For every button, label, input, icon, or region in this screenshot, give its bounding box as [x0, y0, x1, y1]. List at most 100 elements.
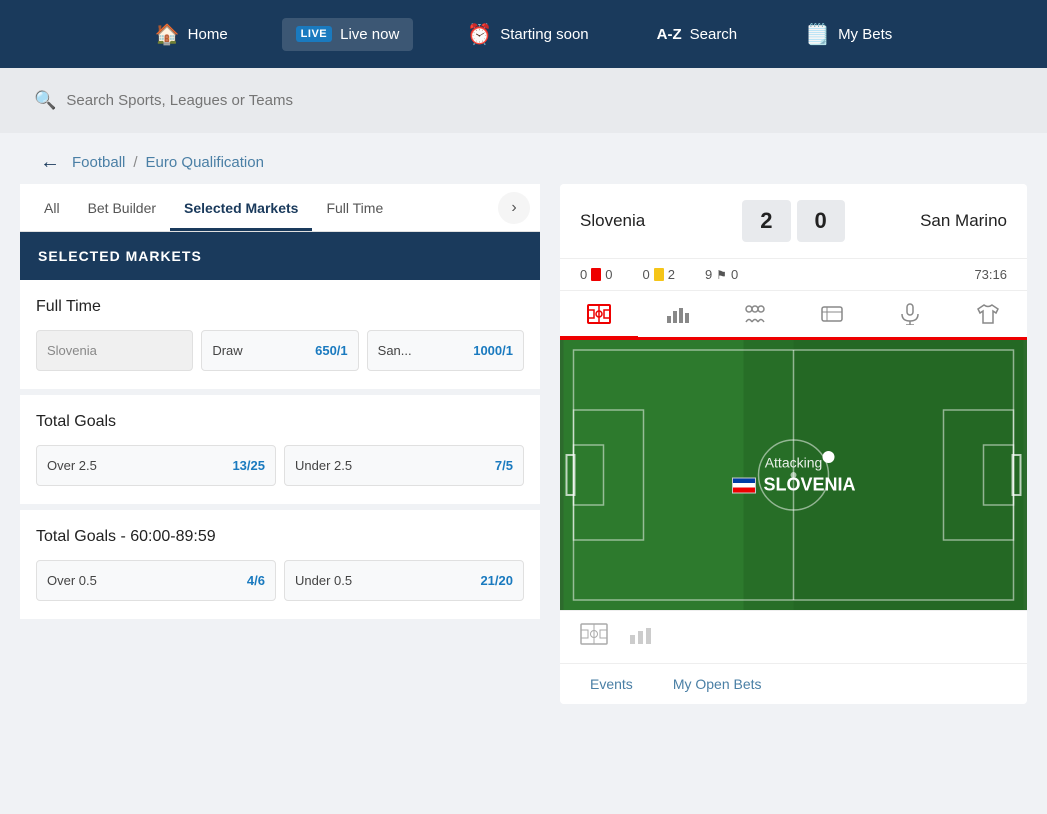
stats-bars-icon: [665, 304, 689, 324]
nav-starting-soon-label: Starting soon: [500, 26, 588, 43]
odds-value-san-marino: 1000/1: [473, 343, 513, 358]
odds-label-over-2-5: Over 2.5: [47, 458, 97, 473]
home-icon: 🏠: [155, 22, 180, 47]
odds-btn-over-0-5[interactable]: Over 0.5 4/6: [36, 560, 276, 601]
bottom-bar: Events My Open Bets: [560, 663, 1027, 704]
odds-btn-over-2-5[interactable]: Over 2.5 13/25: [36, 445, 276, 486]
red-card-icon: [591, 268, 601, 281]
breadcrumb-separator: /: [133, 154, 137, 171]
market-total-goals-60-89-title: Total Goals - 60:00-89:59: [36, 528, 524, 546]
odds-label-under-2-5: Under 2.5: [295, 458, 352, 473]
jersey-icon: [976, 303, 1000, 325]
home-corners: 9 ⚑ 0: [705, 267, 738, 282]
market-full-time: Full Time Slovenia Draw 650/1 San... 100…: [20, 280, 540, 389]
field-visualization: Attacking SLOVENIA: [560, 340, 1027, 610]
away-team-name: San Marino: [845, 211, 1007, 231]
odds-label-under-0-5: Under 0.5: [295, 573, 352, 588]
tab-selected-markets[interactable]: Selected Markets: [170, 184, 312, 231]
corner-flag-icon: ⚑: [716, 268, 727, 282]
field-icon: [587, 304, 611, 324]
breadcrumb: ← Football / Euro Qualification: [0, 133, 1047, 184]
away-score: 0: [797, 200, 845, 242]
odds-label-slovenia: Slovenia: [47, 343, 97, 358]
match-time: 73:16: [974, 267, 1007, 282]
match-tab-field[interactable]: [560, 292, 638, 339]
slovenia-flag-icon: [731, 477, 755, 493]
odds-value-draw: 650/1: [315, 343, 348, 358]
field-mini-icon: [580, 623, 608, 645]
microphone-icon: [898, 303, 922, 325]
odds-value-over-2-5: 13/25: [232, 458, 265, 473]
odds-btn-draw[interactable]: Draw 650/1: [201, 330, 358, 371]
tab-all[interactable]: All: [30, 184, 74, 231]
nav-my-bets-label: My Bets: [838, 26, 892, 43]
search-input-wrapper[interactable]: 🔍: [20, 82, 1027, 119]
search-input[interactable]: [66, 92, 1013, 109]
nav-search-label: Search: [690, 26, 738, 43]
home-score: 2: [742, 200, 790, 242]
nav-my-bets[interactable]: 🗒️ My Bets: [791, 14, 906, 55]
stats-mini-icon: [628, 623, 656, 645]
home-red-cards: 0 0: [580, 267, 612, 282]
match-tab-lineups[interactable]: [716, 292, 794, 339]
total-goals-60-89-odds-row: Over 0.5 4/6 Under 0.5 21/20: [36, 560, 524, 601]
search-icon: 🔍: [34, 90, 56, 111]
bottom-stats-icon[interactable]: [628, 623, 656, 651]
odds-btn-san-marino[interactable]: San... 1000/1: [367, 330, 524, 371]
left-panel: All Bet Builder Selected Markets Full Ti…: [20, 184, 540, 704]
bottom-panel: [560, 610, 1027, 663]
score-box: 2 0: [742, 200, 845, 242]
match-tab-events[interactable]: [793, 292, 871, 339]
nav-live-label: Live now: [340, 26, 399, 43]
odds-label-san-marino: San...: [378, 343, 412, 358]
breadcrumb-competition[interactable]: Euro Qualification: [146, 154, 264, 171]
nav-search[interactable]: A-Z Search: [643, 18, 752, 51]
nav-starting-soon[interactable]: ⏰ Starting soon: [453, 14, 602, 55]
nav-home-label: Home: [188, 26, 228, 43]
market-full-time-title: Full Time: [36, 298, 524, 316]
match-tab-kit[interactable]: [949, 291, 1027, 340]
match-tab-commentary[interactable]: [871, 291, 949, 340]
main-layout: All Bet Builder Selected Markets Full Ti…: [0, 184, 1047, 724]
events-icon: [819, 304, 845, 324]
back-button[interactable]: ←: [40, 151, 60, 174]
az-icon: A-Z: [657, 26, 682, 43]
market-total-goals: Total Goals Over 2.5 13/25 Under 2.5 7/5: [20, 395, 540, 504]
match-tab-stats[interactable]: [638, 292, 716, 339]
nav-live[interactable]: LIVE Live now: [282, 18, 414, 51]
total-goals-odds-row: Over 2.5 13/25 Under 2.5 7/5: [36, 445, 524, 486]
score-header: Slovenia 2 0 San Marino: [560, 184, 1027, 259]
attacking-label: Attacking SLOVENIA: [731, 455, 855, 496]
nav-home[interactable]: 🏠 Home: [141, 14, 242, 55]
odds-btn-slovenia[interactable]: Slovenia: [36, 330, 193, 371]
top-navigation: 🏠 Home LIVE Live now ⏰ Starting soon A-Z…: [0, 0, 1047, 68]
match-icon-tabs: [560, 291, 1027, 340]
odds-btn-under-0-5[interactable]: Under 0.5 21/20: [284, 560, 524, 601]
breadcrumb-sport[interactable]: Football: [72, 154, 125, 171]
events-link[interactable]: Events: [590, 676, 633, 692]
selected-markets-header: SELECTED MARKETS: [20, 232, 540, 280]
home-yellow-cards: 0 2: [642, 267, 674, 282]
odds-label-draw: Draw: [212, 343, 242, 358]
odds-label-over-0-5: Over 0.5: [47, 573, 97, 588]
right-panel: Slovenia 2 0 San Marino 0 0 0 2 9 ⚑ 0: [560, 184, 1027, 704]
live-badge: LIVE: [296, 26, 332, 42]
odds-value-under-0-5: 21/20: [480, 573, 513, 588]
odds-value-over-0-5: 4/6: [247, 573, 265, 588]
bottom-field-icon[interactable]: [580, 623, 608, 651]
home-team-name: Slovenia: [580, 211, 742, 231]
attacking-team: SLOVENIA: [731, 475, 855, 496]
market-total-goals-60-89: Total Goals - 60:00-89:59 Over 0.5 4/6 U…: [20, 510, 540, 619]
odds-btn-under-2-5[interactable]: Under 2.5 7/5: [284, 445, 524, 486]
tab-full-time[interactable]: Full Time: [312, 184, 397, 231]
tabs-next-button[interactable]: ›: [498, 192, 530, 224]
market-total-goals-title: Total Goals: [36, 413, 524, 431]
full-time-odds-row: Slovenia Draw 650/1 San... 1000/1: [36, 330, 524, 371]
betslip-icon: 🗒️: [805, 22, 830, 47]
tab-bet-builder[interactable]: Bet Builder: [74, 184, 170, 231]
match-stats-row: 0 0 0 2 9 ⚑ 0 73:16: [560, 259, 1027, 291]
lineups-icon: [742, 304, 768, 324]
my-open-bets-link[interactable]: My Open Bets: [673, 676, 762, 692]
odds-value-under-2-5: 7/5: [495, 458, 513, 473]
clock-icon: ⏰: [467, 22, 492, 47]
